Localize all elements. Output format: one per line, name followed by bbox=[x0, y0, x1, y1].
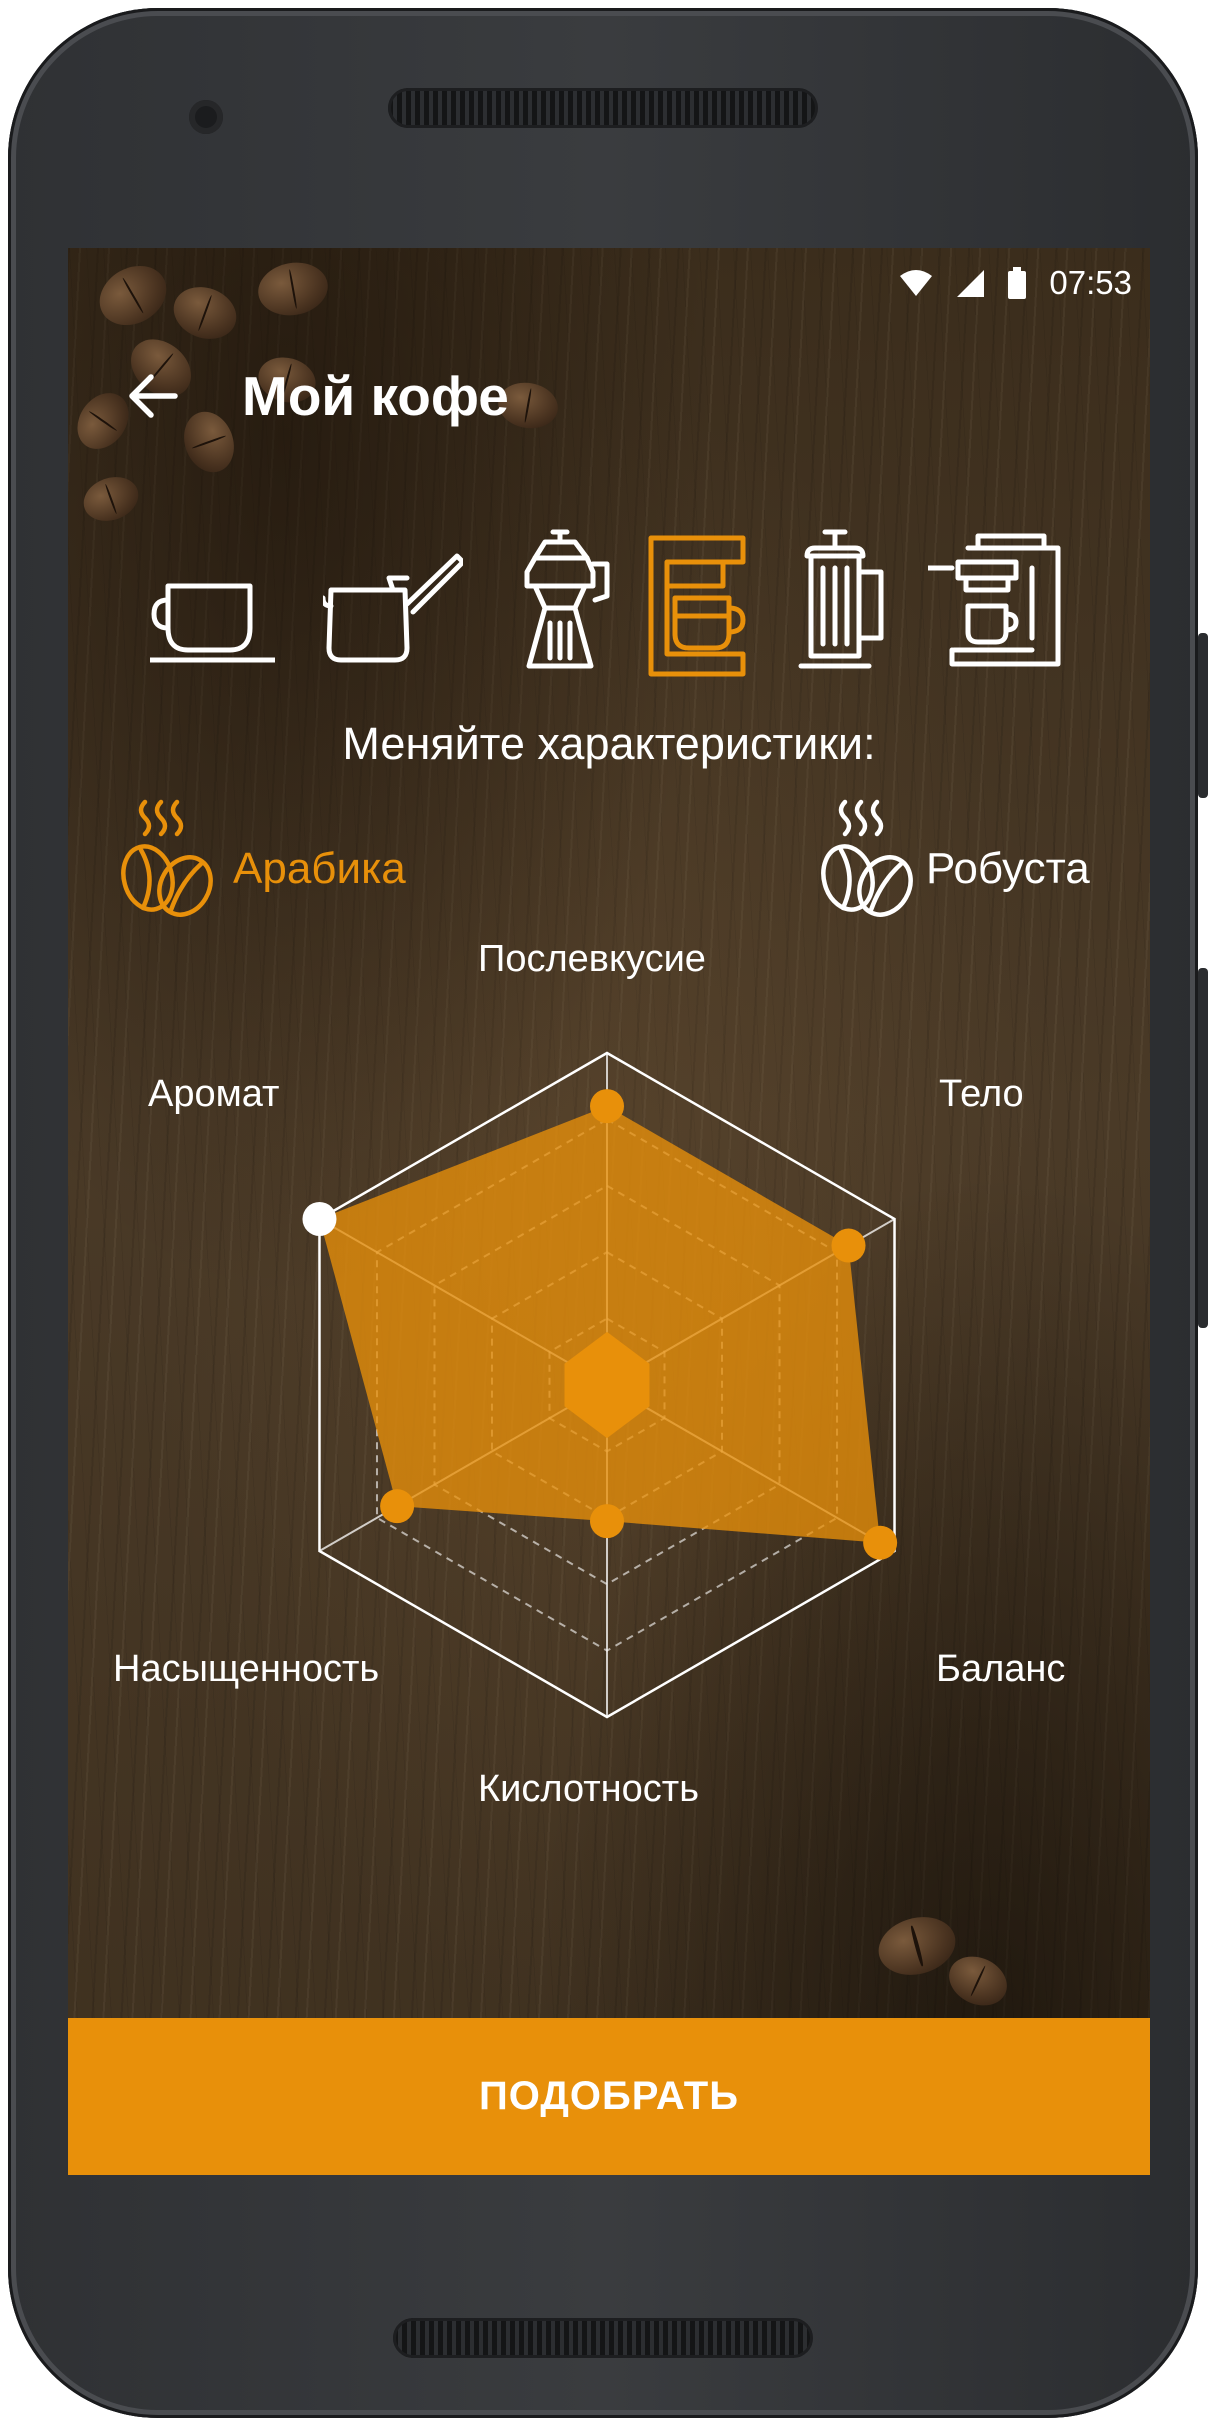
radar-handle-6[interactable] bbox=[302, 1202, 337, 1236]
front-camera bbox=[189, 100, 223, 134]
radar-handle-5[interactable] bbox=[380, 1489, 415, 1524]
axis-label-balance: Баланс bbox=[936, 1648, 1066, 1690]
radar-handle-4[interactable] bbox=[590, 1504, 624, 1539]
axis-label-body: Тело bbox=[939, 1073, 1024, 1115]
top-speaker bbox=[388, 88, 818, 128]
power-button bbox=[1198, 633, 1208, 798]
pick-coffee-button[interactable]: ПОДОБРАТЬ bbox=[68, 2018, 1150, 2175]
volume-button bbox=[1198, 968, 1208, 1328]
axis-label-saturation: Насыщенность bbox=[113, 1648, 380, 1690]
axis-label-acidity: Кислотность bbox=[478, 1768, 699, 1810]
bottom-speaker bbox=[393, 2318, 813, 2358]
app-screen: 07:53 Мой кофе Меняйте характеристики: А… bbox=[68, 248, 1150, 2175]
axis-label-aftertaste: Послевкусие bbox=[478, 938, 706, 980]
radar-handle-1[interactable] bbox=[590, 1089, 624, 1124]
phone-frame: 07:53 Мой кофе Меняйте характеристики: А… bbox=[8, 8, 1208, 2418]
radar-chart bbox=[302, 1051, 898, 1719]
radar-handle-2[interactable] bbox=[831, 1228, 866, 1263]
radar-handle-3[interactable] bbox=[863, 1525, 898, 1560]
axis-label-aroma: Аромат bbox=[148, 1073, 280, 1115]
